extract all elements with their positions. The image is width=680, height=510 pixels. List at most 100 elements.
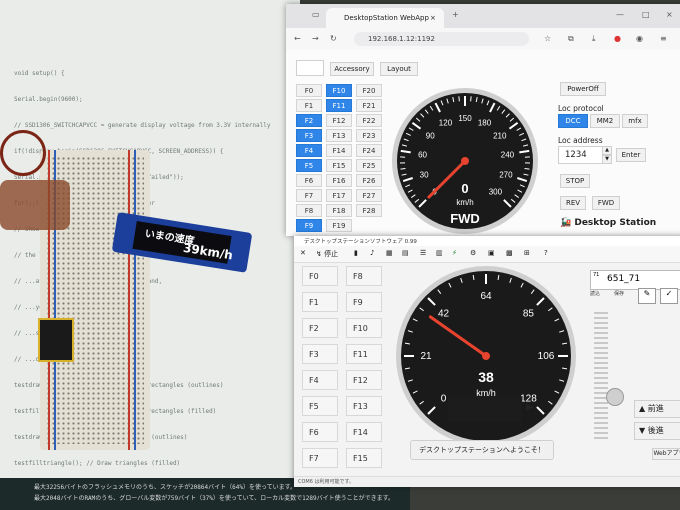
reload-icon[interactable]: ↻	[330, 34, 337, 43]
web-function-key-f17[interactable]: F17	[326, 189, 352, 202]
tab-layout[interactable]: Layout	[380, 62, 418, 76]
enter-button[interactable]: Enter	[616, 148, 646, 162]
profile-icon[interactable]: ◉	[636, 34, 643, 43]
reverse-button[interactable]: ▼ 後進	[634, 422, 680, 440]
extensions-icon[interactable]: ⧉	[568, 34, 574, 44]
web-function-key-f19[interactable]: F19	[326, 219, 352, 232]
fwd-button[interactable]: FWD	[592, 196, 620, 210]
close-tab-icon[interactable]: ×	[430, 14, 436, 22]
address-up-icon[interactable]: ▲	[602, 146, 612, 155]
web-function-key-f27[interactable]: F27	[356, 189, 382, 202]
web-function-key-f6[interactable]: F6	[296, 174, 322, 187]
web-function-key-f12[interactable]: F12	[326, 114, 352, 127]
shield-icon[interactable]: ●	[614, 34, 621, 43]
check-icon[interactable]: ✓	[660, 288, 678, 304]
power-off-button[interactable]: PowerOff	[560, 82, 606, 96]
web-function-key-f26[interactable]: F26	[356, 174, 382, 187]
star-icon[interactable]: ☆	[544, 34, 551, 43]
back-icon[interactable]: ←	[294, 34, 301, 43]
menu-icon[interactable]: ≡	[660, 34, 667, 43]
minimize-icon[interactable]: —	[616, 10, 624, 19]
web-function-key-f11[interactable]: F11	[326, 99, 352, 112]
web-function-key-f20[interactable]: F20	[356, 84, 382, 97]
loco-selector[interactable]: 71 651_71	[590, 270, 680, 290]
close-window-icon[interactable]: ×	[666, 10, 673, 19]
app-function-key-f11[interactable]: F11	[346, 344, 382, 364]
app-function-key-f0[interactable]: F0	[302, 266, 338, 286]
web-function-key-f2[interactable]: F2	[296, 114, 322, 127]
protocol-mm2-button[interactable]: MM2	[590, 114, 620, 128]
address-bar[interactable]: 192.168.1.12:1192	[354, 32, 529, 46]
edit-icon[interactable]: ✎	[638, 288, 656, 304]
web-function-key-f22[interactable]: F22	[356, 114, 382, 127]
speed-slider[interactable]	[594, 312, 608, 442]
web-function-key-f23[interactable]: F23	[356, 129, 382, 142]
layout-icon[interactable]: ▦	[386, 249, 393, 257]
forward-icon[interactable]: →	[312, 34, 319, 43]
app-function-key-f12[interactable]: F12	[346, 370, 382, 390]
table-icon[interactable]: ▣	[488, 249, 495, 257]
web-function-key-f13[interactable]: F13	[326, 129, 352, 142]
web-function-key-f10[interactable]: F10	[326, 84, 352, 97]
web-function-key-f7[interactable]: F7	[296, 189, 322, 202]
web-app-button[interactable]: Webアプリ	[652, 448, 680, 460]
web-function-key-f18[interactable]: F18	[326, 204, 352, 217]
loco-select-box[interactable]	[296, 60, 324, 76]
app-function-key-f3[interactable]: F3	[302, 344, 338, 364]
app-function-key-f9[interactable]: F9	[346, 292, 382, 312]
web-function-key-f25[interactable]: F25	[356, 159, 382, 172]
app-function-key-f5[interactable]: F5	[302, 396, 338, 416]
speed-slider-thumb[interactable]	[606, 388, 624, 406]
web-function-key-f4[interactable]: F4	[296, 144, 322, 157]
settings-icon[interactable]: ⚙	[470, 249, 476, 257]
address-down-icon[interactable]: ▼	[602, 155, 612, 164]
web-function-key-f21[interactable]: F21	[356, 99, 382, 112]
route-icon[interactable]: ⊞	[524, 249, 530, 257]
save-chip[interactable]: 保存	[614, 290, 624, 297]
calendar-icon[interactable]: ▥	[436, 249, 443, 257]
tab-accessory[interactable]: Accessory	[330, 62, 374, 76]
web-function-key-f1[interactable]: F1	[296, 99, 322, 112]
maximize-icon[interactable]: □	[642, 10, 650, 19]
app-function-key-f15[interactable]: F15	[346, 448, 382, 468]
web-function-key-f16[interactable]: F16	[326, 174, 352, 187]
welcome-button[interactable]: デスクトップステーションへようこそ！	[410, 440, 554, 460]
app-function-key-f13[interactable]: F13	[346, 396, 382, 416]
tab-sidebar-icon[interactable]: ▭	[312, 10, 320, 19]
web-function-key-f24[interactable]: F24	[356, 144, 382, 157]
app-function-key-f10[interactable]: F10	[346, 318, 382, 338]
decoder-icon[interactable]: ▮	[354, 249, 358, 257]
protocol-dcc-button[interactable]: DCC	[558, 114, 588, 128]
close-icon[interactable]: ✕	[300, 249, 306, 257]
protocol-mfx-button[interactable]: mfx	[622, 114, 648, 128]
web-function-key-f28[interactable]: F28	[356, 204, 382, 217]
forward-button[interactable]: ▲ 前進	[634, 400, 680, 418]
web-function-key-f14[interactable]: F14	[326, 144, 352, 157]
load-chip[interactable]: 読込	[590, 290, 600, 297]
sound-icon[interactable]: ♪	[370, 249, 374, 257]
app-function-key-f6[interactable]: F6	[302, 422, 338, 442]
app-function-key-f1[interactable]: F1	[302, 292, 338, 312]
stop-toolbar-button[interactable]: ↯ 停止	[316, 249, 338, 259]
rev-button[interactable]: REV	[560, 196, 586, 210]
web-function-key-f3[interactable]: F3	[296, 129, 322, 142]
web-function-key-f15[interactable]: F15	[326, 159, 352, 172]
app-function-key-f7[interactable]: F7	[302, 448, 338, 468]
new-tab-icon[interactable]: +	[452, 10, 459, 19]
app-function-key-f8[interactable]: F8	[346, 266, 382, 286]
ev-icon[interactable]: ⚡	[452, 249, 457, 257]
app-function-key-f4[interactable]: F4	[302, 370, 338, 390]
browser-tab[interactable]: DesktopStation WebApp ×	[326, 8, 444, 28]
app-function-key-f14[interactable]: F14	[346, 422, 382, 442]
list-icon[interactable]: ☰	[420, 249, 426, 257]
stop-button[interactable]: STOP	[560, 174, 590, 188]
help-icon[interactable]: ?	[544, 249, 548, 257]
download-icon[interactable]: ⤓	[592, 34, 596, 44]
app-function-key-f2[interactable]: F2	[302, 318, 338, 338]
web-function-key-f9[interactable]: F9	[296, 219, 322, 232]
grid-icon[interactable]: ▤	[402, 249, 409, 257]
web-function-key-f8[interactable]: F8	[296, 204, 322, 217]
play-direction-icon[interactable]: ▶	[526, 402, 534, 413]
web-function-key-f0[interactable]: F0	[296, 84, 322, 97]
chart-icon[interactable]: ▩	[506, 249, 513, 257]
